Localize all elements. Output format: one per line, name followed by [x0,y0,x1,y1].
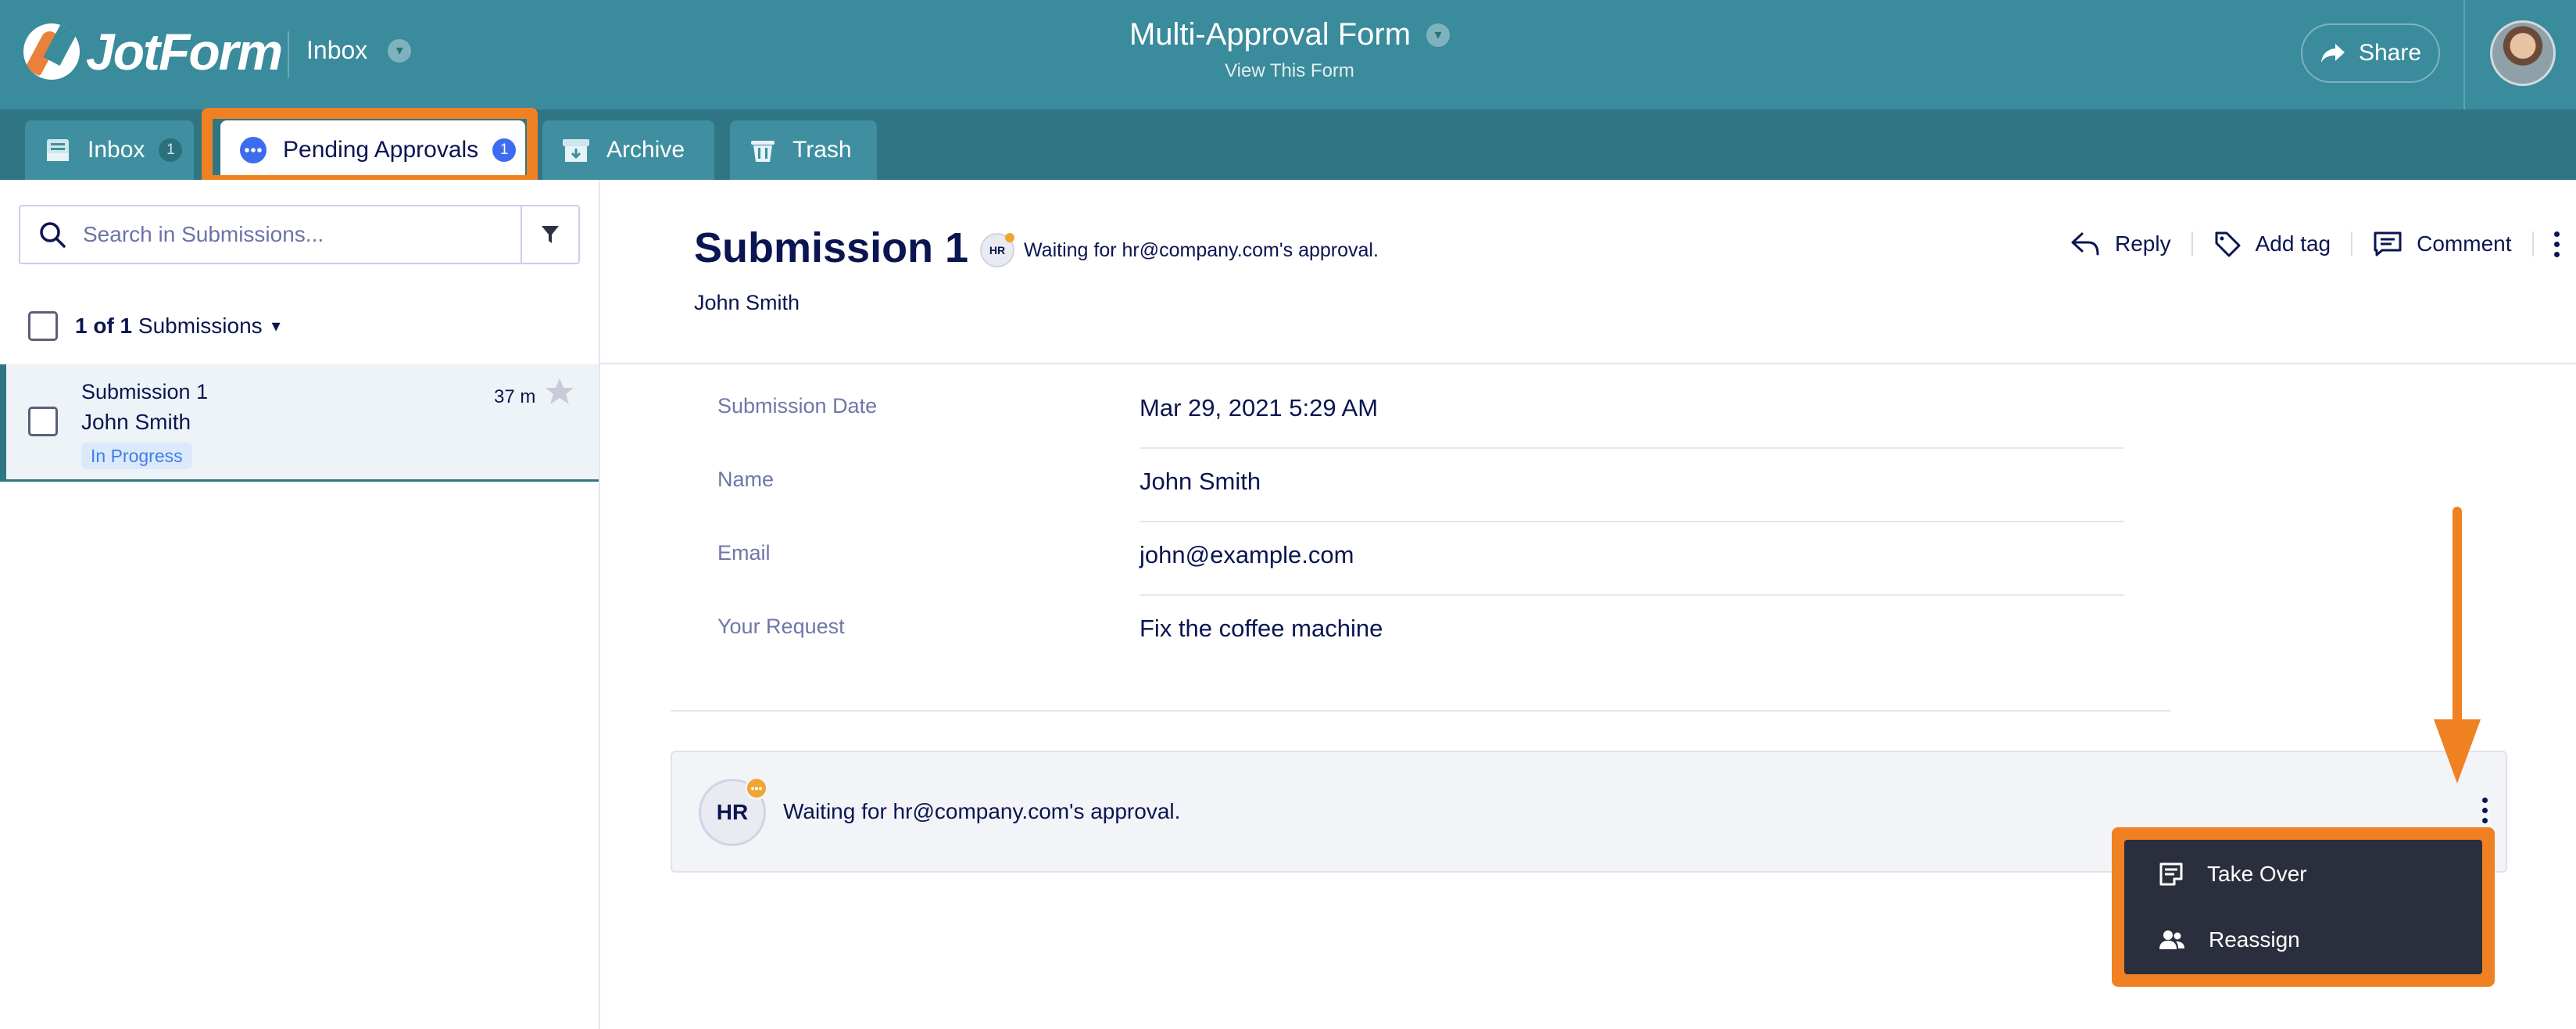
action-separator [2191,231,2193,256]
comment-button[interactable]: Comment [2373,231,2512,257]
chevron-down-icon[interactable]: ▾ [272,316,281,336]
add-tag-label: Add tag [2255,231,2331,256]
header-divider [288,31,289,78]
share-button[interactable]: Share [2301,23,2440,83]
list-item-title: Submission 1 [81,380,209,403]
annotation-arrow-shaft [2453,507,2462,741]
jotform-logo-icon [23,23,80,80]
jotform-logo[interactable]: JotForm [23,22,283,81]
share-icon [2320,44,2345,63]
annotation-arrow-head [2434,719,2481,783]
tab-inbox-label: Inbox [88,137,145,163]
approval-status-text: Waiting for hr@company.com's approval. [1024,238,1379,261]
menu-item-take-over[interactable]: Take Over [2124,841,2482,907]
field-row: Email john@example.com [717,522,2124,596]
field-value: Mar 29, 2021 5:29 AM [1140,394,1379,421]
approval-card-text: Waiting for hr@company.com's approval. [783,799,1181,823]
user-avatar[interactable] [2490,20,2556,86]
tab-inbox-count: 1 [159,138,183,162]
inbox-selector[interactable]: Inbox ▾ [306,36,412,65]
submission-list-item[interactable]: Submission 1 John Smith In Progress 37 m [0,364,599,482]
more-options-icon[interactable] [2553,231,2560,257]
archive-box-icon [561,136,591,164]
trash-bin-icon [749,136,777,164]
approval-more-options-icon[interactable] [2482,798,2488,823]
search-icon [38,220,67,249]
approval-status-inline: HR Waiting for hr@company.com's approval… [980,233,1379,267]
tab-archive[interactable]: Archive [542,120,714,180]
approval-options-menu: Take Over Reassign [2124,840,2482,974]
submissions-sidebar: 1 of 1 Submissions ▾ Submission 1 John S… [0,180,600,1029]
header-divider-line [600,363,2576,364]
submission-actions: Reply Add tag Comment [2070,230,2560,258]
search-input[interactable] [83,222,521,247]
logo-text: JotForm [86,23,283,81]
inbox-tray-icon [44,136,72,164]
view-form-link[interactable]: View This Form [938,60,1641,82]
selection-suffix: Submissions [138,314,263,338]
approver-initials: HR [989,244,1006,256]
jotform-inbox-app: JotForm Inbox ▾ Multi-Approval Form ▾ Vi… [0,0,2576,1029]
form-title-selector[interactable]: Multi-Approval Form ▾ [1129,17,1451,52]
field-label: Your Request [717,615,845,638]
list-item-time: 37 m [494,386,536,407]
field-label: Email [717,541,771,565]
select-all-row[interactable]: 1 of 1 Submissions ▾ [28,311,281,341]
menu-item-label: Reassign [2209,927,2300,952]
filter-button[interactable] [521,206,578,263]
top-header: JotForm Inbox ▾ Multi-Approval Form ▾ Vi… [0,0,2576,109]
chevron-down-icon: ▾ [388,38,412,63]
pending-dots-icon: ••• [745,776,768,800]
approver-initials: HR [716,800,749,824]
inbox-selector-label: Inbox [306,36,368,64]
field-value: john@example.com [1140,541,1354,568]
pending-approvals-highlight [202,108,538,186]
share-label: Share [2358,40,2422,66]
tag-icon [2215,231,2241,257]
tab-trash-label: Trash [792,137,852,163]
submitter-name: John Smith [694,291,800,314]
submission-title: Submission 1 [694,224,969,271]
avatar-divider [2463,0,2465,109]
field-row: Your Request Fix the coffee machine [717,596,2124,669]
field-row: Submission Date Mar 29, 2021 5:29 AM [717,375,2124,449]
menu-item-label: Take Over [2207,862,2307,886]
approver-avatar-small: HR [980,233,1014,267]
comment-label: Comment [2417,231,2512,256]
field-label: Submission Date [717,394,878,418]
reply-button[interactable]: Reply [2070,231,2171,257]
field-label: Name [717,468,775,491]
search-box [19,205,580,264]
action-separator [2351,231,2353,256]
status-badge: In Progress [81,443,192,469]
reply-icon [2071,232,2099,256]
pending-dot-icon [1005,233,1014,242]
field-value: John Smith [1140,468,1261,495]
list-item-name: John Smith [81,410,191,434]
action-separator [2531,231,2534,256]
selection-count: 1 of 1 [75,314,133,338]
chevron-down-icon: ▾ [1426,23,1451,47]
tab-trash[interactable]: Trash [730,120,877,180]
approval-menu-highlight: Take Over Reassign [2112,827,2495,987]
form-title-area: Multi-Approval Form ▾ View This Form [938,17,1641,82]
add-tag-button[interactable]: Add tag [2213,230,2331,258]
menu-item-reassign[interactable]: Reassign [2124,907,2482,973]
fields-bottom-divider [671,710,2171,712]
tab-archive-label: Archive [606,137,685,163]
submission-fields: Submission Date Mar 29, 2021 5:29 AM Nam… [717,375,2124,669]
people-icon [2159,930,2184,949]
submission-checkbox[interactable] [28,407,58,436]
comment-icon [2374,231,2402,256]
approver-avatar: HR ••• [699,776,768,846]
tab-inbox[interactable]: Inbox 1 [25,120,194,180]
reply-label: Reply [2115,231,2171,256]
field-value: Fix the coffee machine [1140,615,1383,642]
field-row: Name John Smith [717,449,2124,522]
filter-icon [542,226,559,243]
form-title: Multi-Approval Form [1129,17,1411,52]
star-icon[interactable] [544,377,575,411]
take-over-icon [2159,862,2183,886]
select-all-checkbox[interactable] [28,311,58,341]
